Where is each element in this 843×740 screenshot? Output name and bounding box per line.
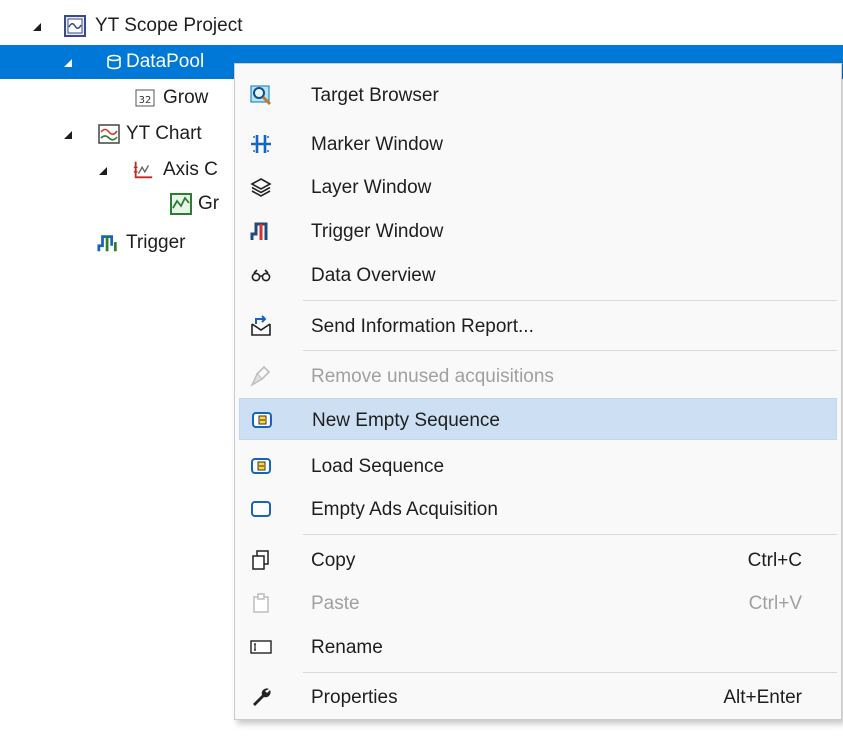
rename-icon (249, 635, 273, 659)
target-browser-icon (249, 83, 273, 107)
menu-item-remove-unused-acquisitions[interactable]: Remove unused acquisitions (239, 355, 837, 397)
menu-item-label: Copy (311, 550, 356, 571)
scope-project-icon (64, 15, 86, 37)
trigger-window-icon (249, 219, 273, 243)
menu-item-label: Load Sequence (311, 456, 445, 477)
menu-item-label: Trigger Window (311, 221, 444, 242)
counter-32-icon: 32 (134, 87, 156, 109)
menu-item-label: Empty Ads Acquisition (311, 499, 498, 520)
tree-item-label: DataPool (126, 51, 205, 72)
menu-item-trigger-window[interactable]: Trigger Window (239, 210, 837, 252)
chart-icon (98, 123, 120, 145)
menu-item-label: Marker Window (311, 134, 443, 155)
menu-separator (303, 350, 837, 351)
svg-text:32: 32 (139, 95, 152, 106)
sequence-icon (249, 454, 273, 478)
menu-item-shortcut: Ctrl+V (748, 593, 802, 614)
tree-item-label: Trigger (126, 232, 186, 253)
tree-item-label: Axis C (163, 159, 218, 180)
menu-item-rename[interactable]: Rename (239, 626, 837, 668)
expand-arrow-icon[interactable] (61, 56, 75, 70)
tree-item-grow[interactable]: 32 Grow (0, 81, 234, 115)
menu-item-label: Properties (311, 687, 398, 708)
menu-item-new-empty-sequence[interactable]: New Empty Sequence (239, 398, 837, 440)
tree-item-yt-scope-project[interactable]: YT Scope Project (0, 9, 300, 43)
tree-item-graph[interactable]: Gr (0, 187, 234, 221)
trigger-icon (97, 232, 119, 254)
menu-item-send-information-report[interactable]: Send Information Report... (239, 305, 837, 347)
menu-item-label: Remove unused acquisitions (311, 366, 554, 387)
menu-item-label: Rename (311, 637, 383, 658)
wrench-icon (249, 685, 273, 709)
tree-item-trigger[interactable]: Trigger (0, 226, 234, 260)
menu-item-label: New Empty Sequence (312, 410, 500, 431)
tree-item-yt-chart[interactable]: YT Chart (0, 117, 234, 151)
menu-item-label: Target Browser (311, 85, 439, 106)
menu-separator (303, 672, 837, 673)
menu-item-copy[interactable]: Copy Ctrl+C (239, 539, 837, 581)
binoculars-icon (249, 263, 273, 287)
menu-item-empty-ads-acquisition[interactable]: Empty Ads Acquisition (239, 488, 837, 530)
menu-item-label: Layer Window (311, 177, 432, 198)
menu-separator (303, 300, 837, 301)
menu-item-target-browser[interactable]: Target Browser (239, 74, 837, 116)
menu-item-label: Data Overview (311, 265, 436, 286)
axis-icon (132, 159, 154, 181)
tree-item-label: YT Scope Project (95, 15, 243, 36)
menu-item-shortcut: Ctrl+C (747, 550, 802, 571)
copy-icon (249, 548, 273, 572)
graph-icon (170, 193, 192, 215)
acquisition-icon (249, 497, 273, 521)
tree-item-label: YT Chart (126, 123, 202, 144)
tree-item-label: Gr (198, 193, 220, 214)
menu-item-label: Paste (311, 593, 360, 614)
tree-item-axis[interactable]: Axis C (0, 153, 234, 187)
menu-item-marker-window[interactable]: Marker Window (239, 123, 837, 165)
menu-item-shortcut: Alt+Enter (723, 687, 802, 708)
menu-item-paste[interactable]: Paste Ctrl+V (239, 582, 837, 624)
menu-item-load-sequence[interactable]: Load Sequence (239, 445, 837, 487)
expand-arrow-icon[interactable] (96, 164, 110, 178)
menu-item-layer-window[interactable]: Layer Window (239, 166, 837, 208)
menu-item-data-overview[interactable]: Data Overview (239, 254, 837, 296)
menu-item-properties[interactable]: Properties Alt+Enter (239, 676, 837, 718)
expand-arrow-icon[interactable] (61, 128, 75, 142)
sequence-icon (250, 408, 274, 432)
expand-arrow-icon[interactable] (30, 20, 44, 34)
marker-window-icon (249, 132, 273, 156)
broom-icon (249, 364, 273, 388)
menu-separator (303, 534, 837, 535)
context-menu: Target Browser Marker Window Layer Windo… (234, 63, 842, 720)
send-report-icon (249, 314, 273, 338)
paste-icon (249, 591, 273, 615)
layers-icon (249, 175, 273, 199)
menu-item-label: Send Information Report... (311, 316, 534, 337)
tree-item-label: Grow (163, 87, 209, 108)
datapool-icon (103, 51, 125, 73)
